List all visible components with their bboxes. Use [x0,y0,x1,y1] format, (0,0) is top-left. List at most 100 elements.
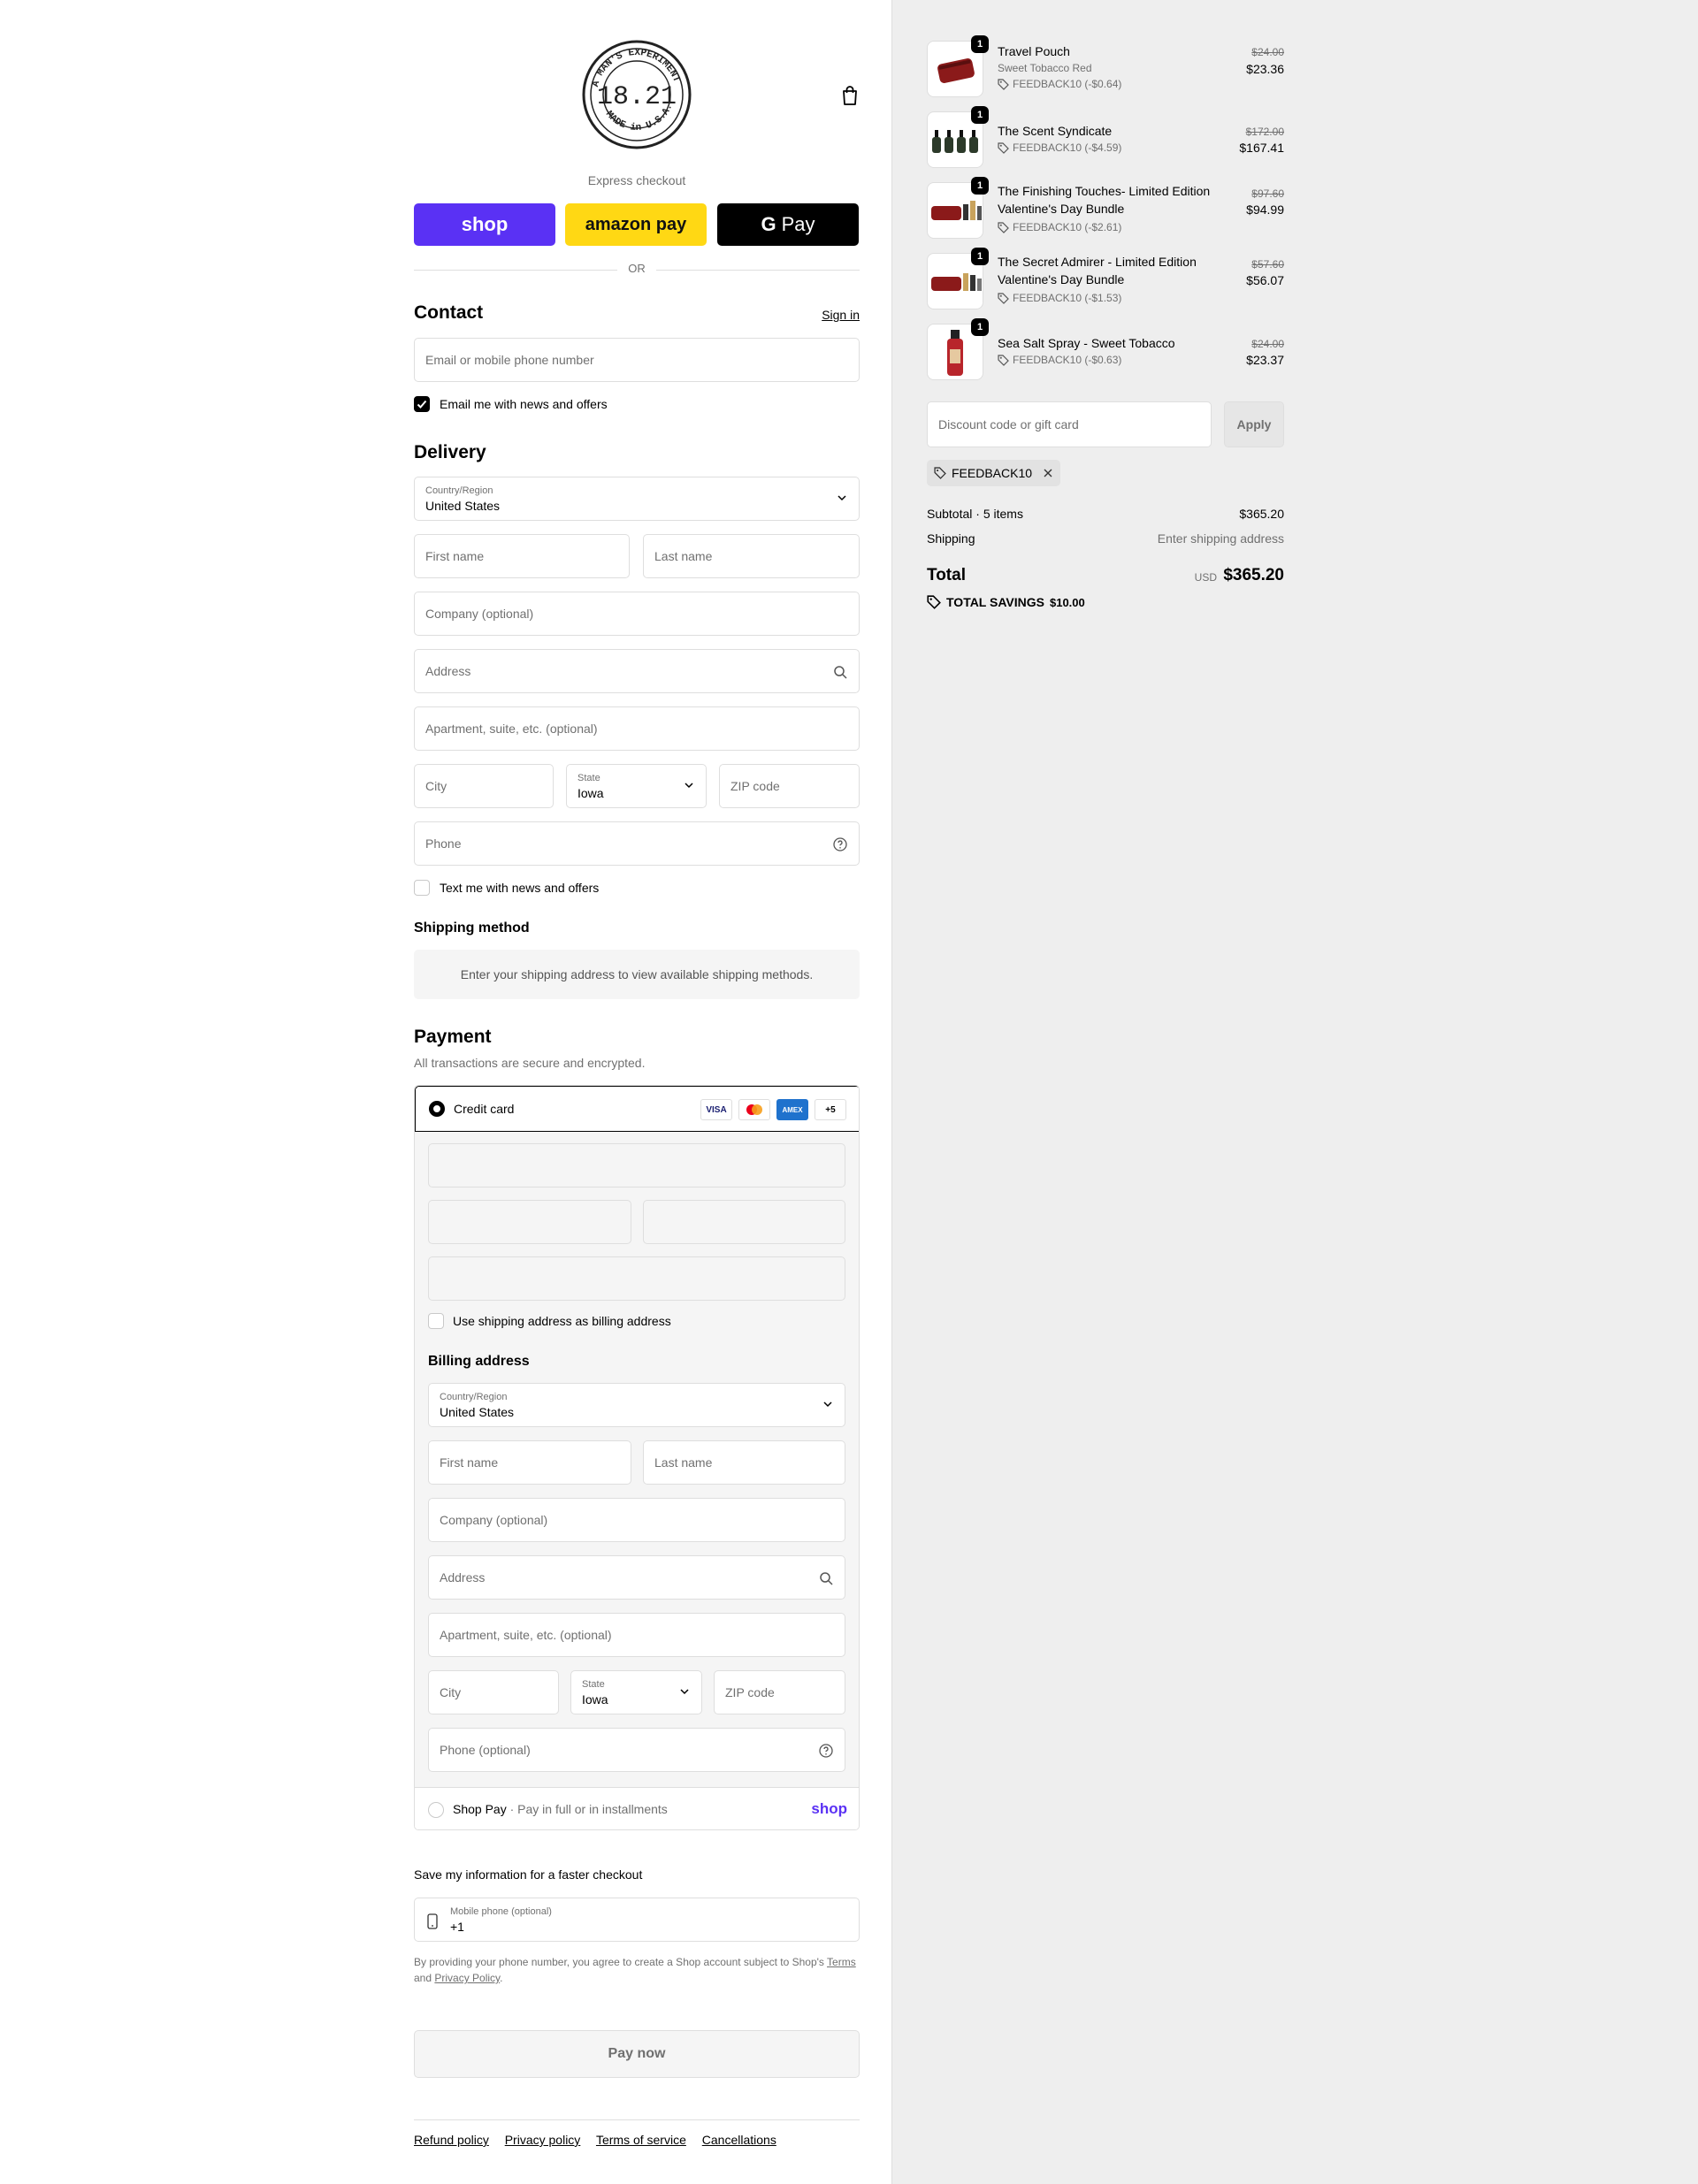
cart-bag-icon[interactable] [840,85,860,106]
shop-pay-sub: Pay in full or in installments [517,1802,668,1816]
privacy-policy-footer-link[interactable]: Privacy policy [505,2133,581,2147]
item-name: Travel Pouch [998,44,1070,58]
shop-logo: shop [811,1800,847,1817]
discount-code-input[interactable]: Discount code or gift card [927,401,1212,447]
total-savings-label: TOTAL SAVINGS [946,595,1044,609]
item-original-price: $24.00 [1251,338,1284,350]
billing-first-name-field[interactable]: First name [428,1440,631,1485]
item-price: $56.07 [1246,273,1284,287]
country-label: Country/Region [425,485,493,496]
google-pay-button[interactable]: G Pay [717,203,859,246]
amazon-pay-button[interactable]: amazon pay [565,203,707,246]
state-value: Iowa [577,786,604,800]
visa-icon: VISA [700,1099,732,1120]
tag-icon [998,221,1009,233]
billing-city-field[interactable]: City [428,1670,559,1714]
address-field[interactable]: Address [414,649,860,693]
billing-company-placeholder: Company (optional) [440,1513,548,1527]
quantity-badge: 1 [971,35,989,53]
email-news-checkbox[interactable] [414,396,430,412]
item-price: $23.36 [1246,62,1284,76]
phone-field[interactable]: Phone [414,821,860,866]
more-cards-badge: +5 [815,1099,846,1120]
credit-card-radio[interactable] [429,1101,445,1117]
cancellations-link[interactable]: Cancellations [702,2133,776,2147]
billing-address-field[interactable]: Address [428,1555,845,1600]
apply-discount-button[interactable]: Apply [1224,401,1284,447]
shop-pay-option[interactable]: Shop Pay · Pay in full or in installment… [415,1787,859,1829]
email-news-label: Email me with news and offers [440,397,608,411]
billing-last-name-field[interactable]: Last name [643,1440,845,1485]
apartment-field[interactable]: Apartment, suite, etc. (optional) [414,706,860,751]
first-name-field[interactable]: First name [414,534,630,578]
contact-title: Contact [414,302,484,323]
billing-apartment-field[interactable]: Apartment, suite, etc. (optional) [428,1613,845,1657]
help-circle-icon[interactable] [818,1743,834,1759]
save-info-title: Save my information for a faster checkou… [414,1867,643,1882]
shipping-method-message: Enter your shipping address to view avai… [414,950,860,999]
tag-icon [998,141,1009,154]
card-cvv-field[interactable] [643,1200,845,1244]
refund-policy-link[interactable]: Refund policy [414,2133,489,2147]
item-name: The Secret Admirer - Limited Edition Val… [998,255,1197,286]
store-logo[interactable]: A MAN'S EXPERIMENT MADE in U.S.A. 18.21 [581,39,692,150]
sign-in-link[interactable]: Sign in [822,308,860,322]
tag-icon [998,354,1009,366]
city-field[interactable]: City [414,764,554,808]
billing-phone-field[interactable]: Phone (optional) [428,1728,845,1772]
shop-pay-label: Shop Pay [453,1802,507,1816]
help-circle-icon[interactable] [832,836,848,852]
mobile-phone-icon [427,1913,438,1929]
item-original-price: $57.60 [1251,258,1284,271]
billing-country-select[interactable]: Country/Region United States [428,1383,845,1427]
last-name-field[interactable]: Last name [643,534,860,578]
text-news-checkbox[interactable] [414,880,430,896]
privacy-policy-link[interactable]: Privacy Policy [434,1972,500,1984]
tag-icon [998,292,1009,304]
billing-state-select[interactable]: State Iowa [570,1670,702,1714]
billing-same-label: Use shipping address as billing address [453,1314,671,1328]
item-discount: FEEDBACK10 (-$4.59) [998,141,1121,154]
chevron-down-icon [838,495,846,501]
card-number-field[interactable] [428,1143,845,1187]
country-select[interactable]: Country/Region United States [414,477,860,521]
total-row: Total $365.20 USD [927,566,1284,587]
apartment-placeholder: Apartment, suite, etc. (optional) [425,722,598,736]
mobile-phone-field[interactable]: Mobile phone (optional) +1 [414,1898,860,1942]
terms-link[interactable]: Terms [827,1956,856,1968]
credit-card-option[interactable]: Credit card VISA AMEX +5 [415,1086,859,1132]
applied-discount-chip: FEEDBACK10 [927,460,1061,486]
quantity-badge: 1 [971,106,989,124]
or-label: OR [628,262,646,275]
billing-phone-placeholder: Phone (optional) [440,1743,531,1757]
quantity-badge: 1 [971,177,989,195]
state-select[interactable]: State Iowa [566,764,707,808]
payment-title: Payment [414,1027,492,1047]
terms-and: and [414,1972,432,1984]
search-icon [834,666,847,679]
item-original-price: $24.00 [1251,46,1284,58]
email-field[interactable]: Email or mobile phone number [414,338,860,382]
billing-company-field[interactable]: Company (optional) [428,1498,845,1542]
currency-label: USD [1194,571,1217,584]
company-field[interactable]: Company (optional) [414,592,860,636]
pay-now-button[interactable]: Pay now [414,2030,860,2078]
billing-zip-field[interactable]: ZIP code [714,1670,845,1714]
terms-of-service-link[interactable]: Terms of service [596,2133,686,2147]
subtotal-label: Subtotal · 5 items [927,507,1023,521]
chevron-down-icon [680,1689,689,1695]
zip-field[interactable]: ZIP code [719,764,860,808]
billing-country-label: Country/Region [440,1392,508,1402]
tag-icon [998,78,1009,90]
credit-card-label: Credit card [454,1102,515,1116]
card-name-field[interactable] [428,1256,845,1301]
mastercard-icon [738,1099,770,1120]
item-discount: FEEDBACK10 (-$1.53) [998,292,1121,304]
billing-same-checkbox[interactable] [428,1313,444,1329]
shop-pay-radio[interactable] [428,1802,444,1818]
close-icon[interactable] [1043,468,1053,478]
item-discount: FEEDBACK10 (-$0.64) [998,78,1121,90]
billing-last-name-placeholder: Last name [654,1455,713,1470]
card-expiry-field[interactable] [428,1200,631,1244]
shop-pay-express-button[interactable]: shop [414,203,555,246]
